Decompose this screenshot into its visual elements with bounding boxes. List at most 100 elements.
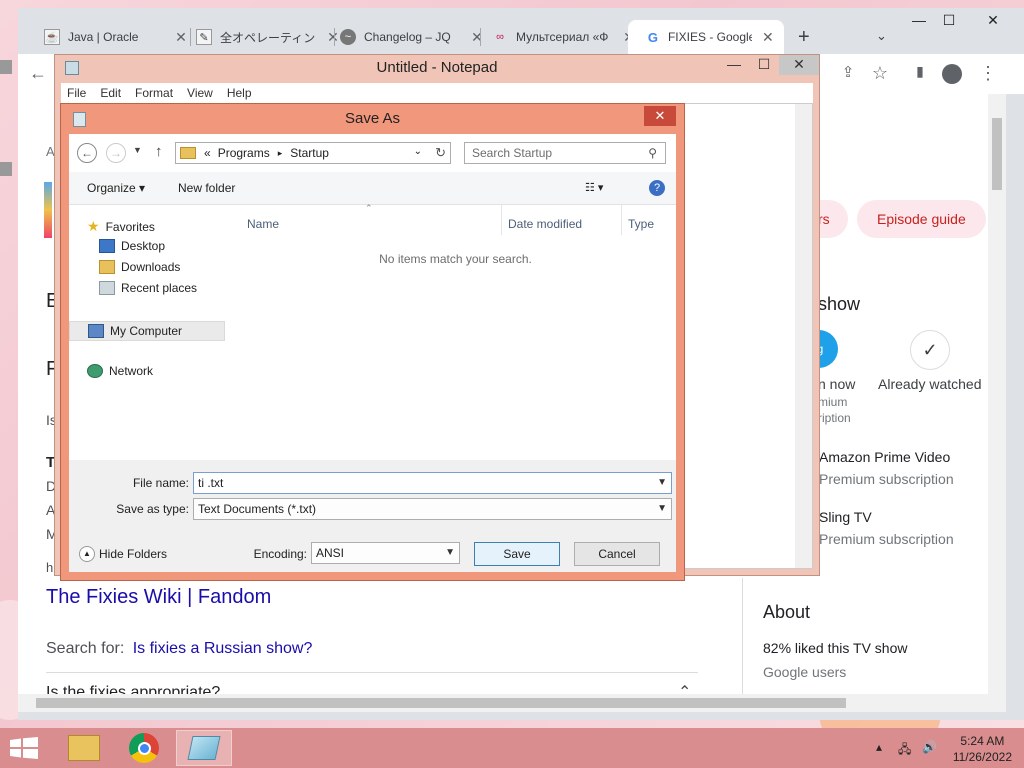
panel-divider [742,578,743,698]
save-type-select[interactable]: Text Documents (*.txt) ▼ [193,498,672,520]
tab-changelog[interactable]: ~ Changelog – JQ ✕ [322,20,494,54]
tray-overflow-icon[interactable]: ▴ [876,740,882,754]
new-tab-button[interactable]: + [798,26,810,49]
up-arrow-icon[interactable]: ↑ [155,143,163,160]
chevron-down-icon[interactable]: ⌄ [414,146,422,157]
network-tray-icon[interactable]: 🖧 [898,740,911,761]
breadcrumb-overflow[interactable]: « [204,146,211,160]
address-bar[interactable]: « Programs ▸ Startup ⌄ ↻ [175,142,451,164]
tab-label: Java | Oracle [68,30,139,44]
liked-text: 82% liked this TV show [763,640,908,656]
column-name[interactable]: Name [247,217,279,231]
encoding-select[interactable]: ANSI ▼ [311,542,460,564]
chevron-down-icon[interactable]: ▼ [657,473,667,493]
cancel-button[interactable]: Cancel [574,542,660,566]
breadcrumb-startup[interactable]: Startup [290,146,329,160]
already-watched-label[interactable]: Already watched [878,376,982,392]
menu-edit[interactable]: Edit [100,86,121,100]
taskbar-chrome[interactable] [116,730,172,766]
search-for-row: Search for: Is fixies a Russian show? [46,640,312,658]
share-icon[interactable]: ⇪ [836,63,860,81]
check-icon[interactable]: ✓ [910,330,950,370]
desktop-icon-stub[interactable] [0,60,12,74]
forward-arrow-icon[interactable]: → [106,143,126,163]
bookmark-star-icon[interactable]: ☆ [868,63,892,84]
scroll-thumb[interactable] [992,118,1002,190]
dialog-close-button[interactable]: ✕ [644,106,676,126]
save-as-dialog: Save As ✕ ← → ▼ ↑ « Programs ▸ Startup ⌄… [60,103,685,581]
file-name-input[interactable]: ti .txt ▼ [193,472,672,494]
help-icon[interactable]: ? [649,180,665,196]
premium-fragment: ription [818,411,851,425]
tab-java[interactable]: ☕ Java | Oracle ✕ [26,20,198,54]
minimize-button[interactable]: — [904,12,934,28]
nav-favorites[interactable]: ★ Favorites [87,218,155,235]
watch-now-label[interactable]: n now [818,376,855,392]
page-vertical-scrollbar[interactable] [988,94,1006,694]
notepad-menubar: File Edit Format View Help [61,83,813,103]
column-separator[interactable] [501,205,502,235]
dialog-footer: File name: ti .txt ▼ Save as type: Text … [69,460,676,572]
menu-help[interactable]: Help [227,86,252,100]
refresh-icon[interactable]: ↻ [435,145,446,161]
organize-button[interactable]: Organize ▾ [87,181,145,195]
more-menu-icon[interactable]: ⋮ [976,63,1000,84]
profile-avatar[interactable] [942,64,962,84]
search-for-link[interactable]: Is fixies a Russian show? [133,640,313,657]
breadcrumb-separator[interactable]: ▸ [278,148,283,159]
search-input[interactable]: Search Startup ⚲ [464,142,666,164]
taskbar-file-explorer[interactable] [56,730,112,766]
page-horizontal-scrollbar[interactable] [18,694,1006,712]
encoding-value: ANSI [316,546,345,560]
view-options-icon[interactable]: ☷ ▾ [585,181,603,194]
column-type[interactable]: Type [628,217,654,231]
chevron-down-icon[interactable]: ▼ [445,543,455,563]
tab-label: FIXIES - Google [667,30,752,44]
menu-format[interactable]: Format [135,86,173,100]
menu-view[interactable]: View [187,86,213,100]
sidebar-icon[interactable]: ▮ [908,63,932,80]
nav-downloads[interactable]: Downloads [99,260,180,274]
maximize-button[interactable]: ☐ [934,12,964,29]
system-clock[interactable]: 5:24 AM 11/26/2022 [953,733,1012,765]
desktop-icon-stub[interactable] [0,162,12,176]
new-folder-button[interactable]: New folder [178,181,235,195]
close-window-button[interactable]: ✕ [978,12,1008,29]
taskbar-notepad[interactable] [176,730,232,766]
tab-fixies-google[interactable]: G FIXIES - Google ✕ [628,20,784,54]
close-button[interactable]: ✕ [779,55,819,75]
back-arrow-icon[interactable]: ← [77,143,97,163]
back-button[interactable]: ← [26,63,50,84]
minimize-button[interactable]: — [719,55,749,75]
chevron-down-icon[interactable]: ▼ [657,499,667,519]
nav-recent-places[interactable]: Recent places [99,281,197,295]
maximize-button[interactable]: ☐ [749,55,779,75]
changelog-icon: ~ [340,29,356,45]
nav-label: Recent places [121,281,198,295]
section-title-show: show [818,294,861,314]
nav-my-computer[interactable]: My Computer [69,321,225,341]
menu-file[interactable]: File [67,86,86,100]
pill-episode-guide[interactable]: Episode guide [857,200,986,238]
volume-icon[interactable]: 🔊 [922,740,937,754]
breadcrumb-programs[interactable]: Programs [218,146,270,160]
column-date-modified[interactable]: Date modified [508,217,582,231]
close-icon[interactable]: ✕ [762,29,774,46]
downloads-folder-icon [99,260,115,274]
tab-multfilm[interactable]: ∞ Мультсериал «Ф ✕ [474,20,646,54]
result-link-fandom[interactable]: The Fixies Wiki | Fandom [46,586,271,609]
column-separator[interactable] [621,205,622,235]
scroll-thumb[interactable] [36,698,846,708]
nav-desktop[interactable]: Desktop [99,239,165,253]
tab-search-button[interactable]: ⌄ [876,28,887,44]
provider-amazon[interactable]: Amazon Prime Video [819,449,950,465]
notepad-scrollbar[interactable] [795,104,812,568]
nav-network[interactable]: Network [87,364,153,378]
start-button[interactable] [10,737,38,759]
hide-folders-button[interactable]: ▲ Hide Folders [79,546,167,562]
star-icon: ★ [87,218,100,234]
recent-dropdown-icon[interactable]: ▼ [133,145,142,155]
provider-sling[interactable]: Sling TV [819,509,872,525]
navigation-pane: ★ Favorites Desktop Downloads Recent pla… [69,205,225,490]
save-button[interactable]: Save [474,542,560,566]
